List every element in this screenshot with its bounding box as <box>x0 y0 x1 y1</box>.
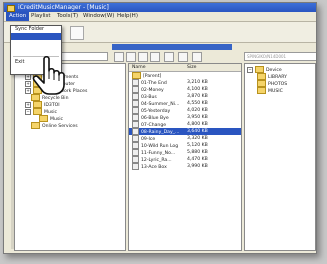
menu-item-highlighted[interactable] <box>11 33 61 40</box>
list-item[interactable]: 12-Lyric_Ra... 4,470 KB <box>129 156 241 163</box>
music-file-icon <box>132 149 139 156</box>
hand-pointer-icon <box>32 55 65 95</box>
toolbar-button[interactable] <box>70 26 84 40</box>
tree-item[interactable]: Online Services <box>17 122 125 129</box>
properties-icon[interactable] <box>164 52 174 62</box>
delete-icon[interactable] <box>150 52 160 62</box>
music-file-icon <box>132 79 139 86</box>
folder-tree-pane: −Desktop +My Documents +My Computer +My … <box>14 63 126 251</box>
file-list-pane: Name Size [Parent] 01-The End 3,210 KB 02… <box>128 63 242 251</box>
tree-item[interactable]: Recycle Bin <box>17 94 125 101</box>
tree-item[interactable]: Music <box>17 115 125 122</box>
device-tree-item[interactable]: MUSIC <box>247 87 315 94</box>
parent-folder-icon <box>132 72 141 79</box>
music-file-icon <box>132 156 139 163</box>
app-icon <box>7 5 15 12</box>
expand-icon[interactable]: + <box>25 80 31 87</box>
device-tree-item[interactable]: PHOTOS <box>247 80 315 87</box>
folder-icon <box>33 108 42 115</box>
menu-item-sync-folder[interactable]: Sync Folder <box>11 26 61 33</box>
folder-icon <box>39 115 48 122</box>
copy-icon[interactable] <box>126 52 136 62</box>
music-file-icon <box>132 128 139 135</box>
recycle-bin-icon <box>31 94 40 101</box>
menu-item[interactable] <box>11 40 61 47</box>
folder-icon <box>257 73 266 80</box>
list-item[interactable]: 02-Money 4,100 KB <box>129 86 241 93</box>
list-item[interactable]: 09-Ice 3,320 KB <box>129 135 241 142</box>
device-icon <box>255 66 264 73</box>
music-file-icon <box>132 100 139 107</box>
list-item[interactable]: 05-Yesterday 4,020 KB <box>129 107 241 114</box>
menu-action[interactable]: Action <box>6 12 30 21</box>
music-file-icon <box>132 86 139 93</box>
tree-item[interactable]: − Music <box>17 108 125 115</box>
right-address-field[interactable]: SPINGIKO/N14D001 <box>244 52 316 61</box>
device-tree-pane: − Device LIBRARY PHOTOS MUSIC <box>244 63 316 251</box>
list-item[interactable]: [Parent] <box>129 72 241 79</box>
list-item[interactable]: 06-Blue Bye 3,950 KB <box>129 114 241 121</box>
tree-item[interactable]: + ID3TOI <box>17 101 125 108</box>
list-item[interactable]: 01-The End 3,210 KB <box>129 79 241 86</box>
title-bar: iCreditMusicManager - [Music] <box>4 3 316 12</box>
device-tree-item[interactable]: − Device <box>247 66 315 73</box>
list-item[interactable]: 07-Change 4,800 KB <box>129 121 241 128</box>
view-menu-icon[interactable] <box>192 52 202 62</box>
column-header-name[interactable]: Name <box>132 64 146 71</box>
music-file-icon <box>132 121 139 128</box>
paste-icon[interactable] <box>138 52 148 62</box>
list-header: Name Size <box>129 64 241 72</box>
device-tree-item[interactable]: LIBRARY <box>247 73 315 80</box>
pane-title-strip <box>112 44 232 50</box>
menu-bar: Action Playlist Tools(T) Window(W) Help(… <box>4 12 316 22</box>
menu-playlist[interactable]: Playlist <box>28 12 54 21</box>
music-file-icon <box>132 163 139 170</box>
expand-icon[interactable]: + <box>25 87 31 94</box>
music-file-icon <box>132 93 139 100</box>
list-item[interactable]: 03-Bus 3,870 KB <box>129 93 241 100</box>
music-file-icon <box>132 114 139 121</box>
collapse-icon[interactable]: − <box>247 66 253 73</box>
folder-icon <box>33 101 42 108</box>
list-toolbar <box>112 52 236 62</box>
list-item[interactable]: 11-Funny_No... 5,880 KB <box>129 149 241 156</box>
list-item[interactable]: 04-Summer_Ni... 4,550 KB <box>129 100 241 107</box>
list-item[interactable]: 13-Ace Box 3,990 KB <box>129 163 241 170</box>
app-window: iCreditMusicManager - [Music] Action Pla… <box>3 2 317 254</box>
view-icon[interactable] <box>178 52 188 62</box>
menu-window[interactable]: Window(W) <box>80 12 117 21</box>
folder-icon <box>31 122 40 129</box>
collapse-icon[interactable]: − <box>25 108 31 115</box>
list-body: [Parent] 01-The End 3,210 KB 02-Money 4,10… <box>129 72 241 170</box>
back-icon[interactable] <box>114 52 124 62</box>
menu-help[interactable]: Help(H) <box>114 12 141 21</box>
list-item-selected[interactable]: 08-Rainy_Day_... 3,640 KB <box>129 128 241 135</box>
music-file-icon <box>132 135 139 142</box>
folder-icon <box>257 87 266 94</box>
expand-icon[interactable]: + <box>25 101 31 108</box>
menu-item[interactable] <box>11 47 61 54</box>
list-item[interactable]: 10-Wild Run Log 5,120 KB <box>129 142 241 149</box>
column-header-size[interactable]: Size <box>187 64 196 71</box>
music-file-icon <box>132 107 139 114</box>
music-file-icon <box>132 142 139 149</box>
folder-icon <box>257 80 266 87</box>
menu-tools[interactable]: Tools(T) <box>54 12 81 21</box>
window-title: iCreditMusicManager - [Music] <box>18 4 109 11</box>
